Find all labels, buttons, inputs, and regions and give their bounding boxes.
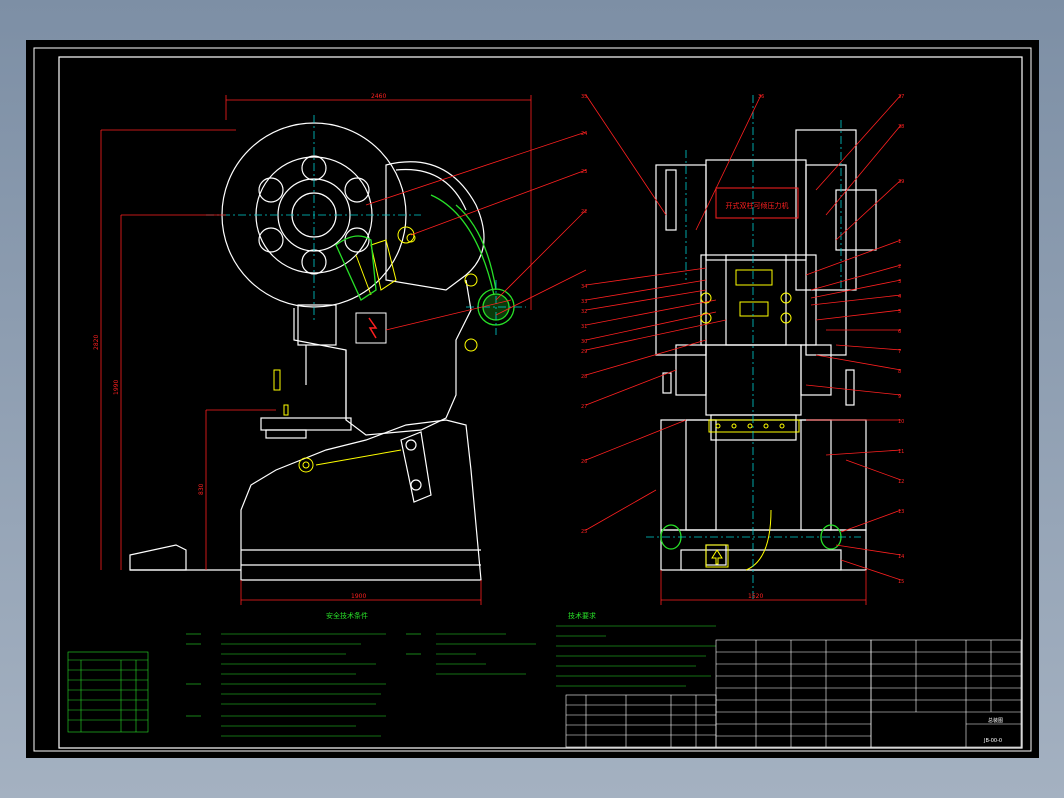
front-centerlines: [646, 95, 861, 600]
nameplate: 开式双柱可倾压力机: [715, 187, 799, 219]
svg-text:13: 13: [898, 509, 904, 515]
svg-text:5: 5: [898, 309, 901, 315]
svg-text:22: 22: [581, 209, 587, 215]
dim-base-width: 1900: [351, 593, 366, 600]
dim-height-3: 830: [198, 483, 205, 495]
svg-text:30: 30: [581, 339, 587, 345]
svg-text:11: 11: [898, 449, 904, 455]
safety-title: 安全技术条件: [326, 611, 368, 620]
svg-text:35: 35: [581, 94, 587, 100]
nameplate-text: 开式双柱可倾压力机: [726, 201, 789, 210]
svg-text:28: 28: [581, 374, 587, 380]
svg-text:33: 33: [581, 299, 587, 305]
svg-text:31: 31: [581, 324, 587, 330]
svg-text:4: 4: [898, 294, 901, 300]
tech-title: 技术要求: [568, 611, 596, 620]
svg-text:36: 36: [758, 94, 764, 100]
side-dim-text: 2460 1900 2820 1990 830: [93, 93, 386, 600]
outer-frame: [33, 47, 1032, 752]
svg-text:23: 23: [581, 169, 587, 175]
title-block-title: 总装图: [988, 717, 1003, 724]
svg-text:27: 27: [581, 404, 587, 410]
crown: [705, 159, 807, 261]
svg-text:32: 32: [581, 309, 587, 315]
svg-text:8: 8: [898, 369, 901, 375]
svg-text:37: 37: [898, 94, 904, 100]
svg-text:6: 6: [898, 329, 901, 335]
svg-text:1: 1: [898, 239, 901, 245]
svg-text:25: 25: [581, 529, 587, 535]
dim-front-base: 1520: [748, 593, 763, 600]
frame-base: [240, 419, 482, 581]
front-dimension: [660, 570, 867, 605]
side-centerlines: [206, 115, 526, 335]
svg-text:3: 3: [898, 279, 901, 285]
title-block-text: 总装图 JB-00-0: [983, 717, 1003, 744]
svg-text:15: 15: [898, 579, 904, 585]
title-block-drawing-no: JB-00-0: [983, 738, 1002, 744]
svg-text:26: 26: [581, 459, 587, 465]
parts-table-left: [67, 651, 149, 733]
front-frame-body: [660, 419, 867, 531]
tech-notes: [556, 625, 716, 687]
svg-text:12: 12: [898, 479, 904, 485]
drawing-sheet: 2460 1900 2820 1990 830 开式双柱可倾压力机 1520 3…: [26, 40, 1039, 758]
front-leaders: [585, 94, 902, 581]
svg-text:39: 39: [898, 179, 904, 185]
warning-sign: [355, 312, 387, 344]
dim-height-2: 1990: [113, 380, 120, 395]
safety-notes: [186, 633, 536, 737]
inner-frame: [58, 56, 1023, 749]
slide-block: [700, 254, 817, 346]
svg-text:10: 10: [898, 419, 904, 425]
side-view-details: [273, 226, 478, 473]
dim-overall-height: 2820: [93, 335, 100, 350]
front-view: [655, 129, 877, 571]
svg-text:2: 2: [898, 264, 901, 270]
side-view: [129, 122, 485, 581]
svg-text:14: 14: [898, 554, 904, 560]
svg-text:9: 9: [898, 394, 901, 400]
svg-text:34: 34: [581, 284, 587, 290]
svg-text:24: 24: [581, 131, 587, 137]
svg-text:29: 29: [581, 349, 587, 355]
svg-text:38: 38: [898, 124, 904, 130]
dim-top-width: 2460: [371, 93, 386, 100]
svg-text:7: 7: [898, 349, 901, 355]
cad-drawing: 2460 1900 2820 1990 830 开式双柱可倾压力机 1520 3…: [33, 47, 1032, 752]
